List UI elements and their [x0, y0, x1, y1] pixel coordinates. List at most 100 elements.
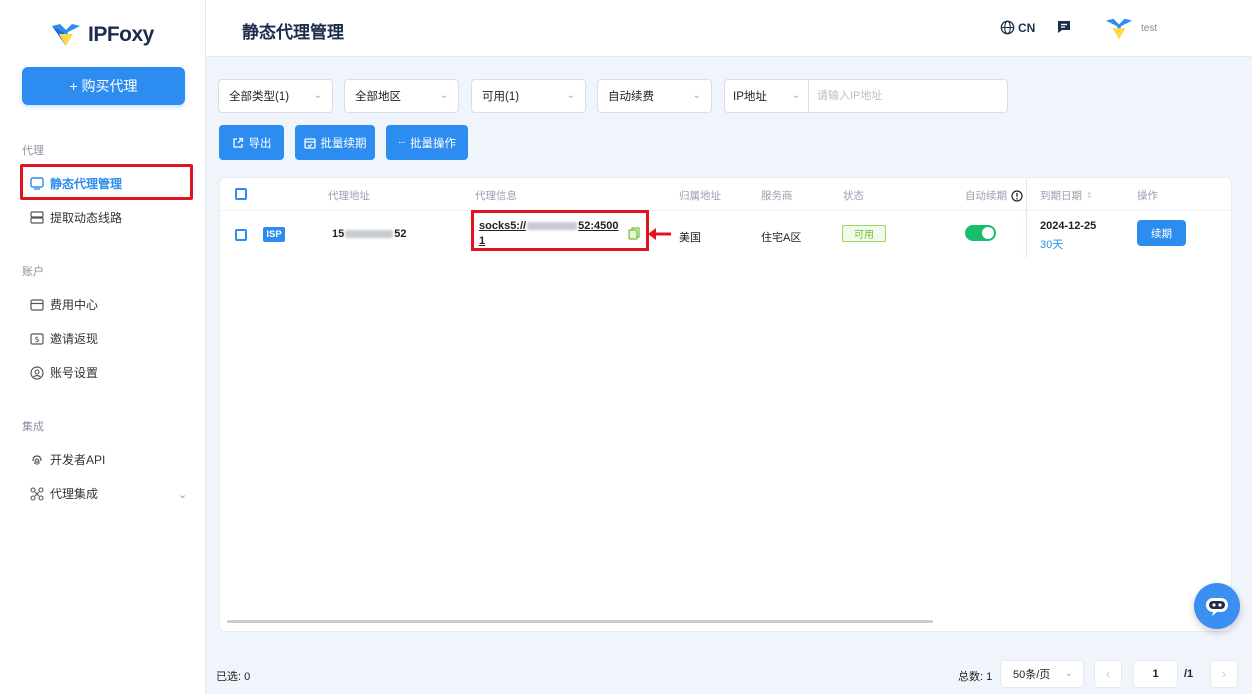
chevron-down-icon: ⌄: [1064, 668, 1073, 679]
proxy-table-panel: [219, 177, 1232, 632]
region-filter-select[interactable]: 全部地区 ⌄: [344, 79, 459, 113]
type-filter-value: 全部类型(1): [229, 91, 290, 103]
chevron-down-icon: ⌄: [791, 90, 800, 101]
ip-field-select[interactable]: IP地址 ⌄: [725, 80, 809, 112]
group-label-account: 账户: [22, 266, 44, 278]
support-chat-button[interactable]: [1194, 583, 1240, 629]
highlight-box-sidebar: [20, 164, 193, 200]
message-icon[interactable]: [1056, 19, 1072, 35]
group-label-integration: 集成: [22, 421, 44, 433]
info-icon[interactable]: [1011, 189, 1023, 202]
logo[interactable]: IPFoxy: [50, 22, 154, 48]
days-left: 30天: [1040, 239, 1064, 251]
sidebar-item-referral[interactable]: $ 邀请返现: [30, 330, 98, 347]
dollar-icon: $: [30, 332, 44, 345]
auto-renew-filter-select[interactable]: 自动续费 ⌄: [597, 79, 712, 113]
column-header-auto-renew-label: 自动续期: [965, 190, 1007, 202]
sidebar-item-billing[interactable]: 费用中心: [30, 296, 98, 313]
next-page-button[interactable]: ›: [1210, 660, 1238, 688]
column-header-expire-date[interactable]: 到期日期 ⇕: [1040, 188, 1093, 203]
card-icon: [30, 298, 44, 311]
sidebar-item-label: 费用中心: [50, 298, 99, 312]
buy-proxy-button[interactable]: + 购买代理: [22, 67, 185, 105]
globe-icon: [1000, 20, 1015, 35]
provider-cell: 住宅A区: [761, 232, 802, 244]
fingerprint-icon: [32, 454, 42, 465]
page-number-input[interactable]: 1: [1133, 660, 1178, 688]
integration-icon: [30, 486, 44, 501]
proxy-address[interactable]: 15 52: [332, 228, 407, 240]
sort-icon[interactable]: ⇕: [1086, 191, 1093, 200]
batch-renew-label: 批量续期: [320, 137, 367, 150]
type-filter-select[interactable]: 全部类型(1) ⌄: [218, 79, 333, 113]
fox-logo-icon: [52, 24, 80, 46]
chevron-down-icon: ⌄: [439, 90, 448, 101]
column-header-auto-renew: 自动续期: [965, 188, 1023, 203]
user-name[interactable]: test: [1141, 23, 1157, 34]
ip-search-input[interactable]: [809, 80, 1007, 112]
language-label: CN: [1018, 20, 1036, 35]
server-icon: [30, 211, 44, 224]
sidebar-item-proxy-integration[interactable]: 代理集成: [30, 485, 98, 502]
sidebar-item-developer-api[interactable]: 开发者API: [30, 451, 105, 468]
more-dots-icon: ···: [398, 137, 406, 148]
batch-operations-label: 批量操作: [410, 137, 456, 150]
status-filter-value: 可用(1): [482, 91, 520, 103]
sidebar-item-dynamic-lines[interactable]: 提取动态线路: [30, 209, 122, 226]
redacted-address: [345, 230, 394, 239]
page-size-select[interactable]: 50条/页 ⌄: [1000, 660, 1084, 688]
status-filter-select[interactable]: 可用(1) ⌄: [471, 79, 586, 113]
avatar[interactable]: [1104, 16, 1134, 42]
red-arrow-icon: [648, 228, 671, 240]
column-header-status: 状态: [843, 190, 864, 202]
region-filter-value: 全部地区: [355, 91, 401, 103]
header-divider: [220, 210, 1231, 211]
proxy-address-suffix: 52: [394, 228, 407, 240]
horizontal-scrollbar[interactable]: [227, 620, 933, 623]
batch-operations-button[interactable]: ··· 批量操作: [386, 125, 468, 160]
column-header-address: 代理地址: [328, 190, 370, 202]
fixed-column-divider: [1026, 178, 1027, 258]
chevron-down-icon[interactable]: ⌄: [178, 488, 187, 501]
group-label-proxy: 代理: [22, 145, 44, 157]
logo-text: IPFoxy: [88, 23, 154, 46]
sidebar: IPFoxy + 购买代理 代理 静态代理管理 提取动态线路 账户 费用中心 $…: [0, 0, 206, 694]
calendar-icon: [303, 137, 316, 149]
svg-text:$: $: [34, 335, 39, 344]
isp-badge: ISP: [263, 227, 285, 242]
auto-renew-toggle[interactable]: [965, 225, 996, 241]
column-header-provider: 服务商: [761, 190, 793, 202]
sidebar-item-label: 开发者API: [50, 453, 106, 467]
batch-renew-button[interactable]: 批量续期: [295, 125, 375, 160]
chevron-down-icon: ⌄: [566, 90, 575, 101]
row-checkbox[interactable]: [235, 229, 247, 241]
chat-bot-icon: [1206, 598, 1228, 616]
sidebar-item-label: 邀请返现: [50, 332, 99, 346]
chevron-down-icon: ⌄: [313, 90, 322, 101]
location-cell: 美国: [679, 232, 701, 244]
ip-search-group: IP地址 ⌄: [724, 79, 1008, 113]
chevron-left-icon: ‹: [1106, 667, 1110, 681]
column-header-proxy-info: 代理信息: [475, 190, 517, 202]
sidebar-item-account-settings[interactable]: 账号设置: [30, 364, 98, 381]
top-header: 静态代理管理 CN test: [206, 0, 1252, 57]
sidebar-item-label: 账号设置: [50, 366, 99, 380]
highlight-box-proxy-info: [471, 210, 649, 251]
column-header-location: 归属地址: [679, 190, 721, 202]
column-header-expire-date-label: 到期日期: [1040, 190, 1082, 202]
language-switch[interactable]: CN: [1000, 20, 1035, 35]
selected-count: 已选: 0: [216, 671, 251, 683]
renew-button[interactable]: 续期: [1137, 220, 1186, 246]
sidebar-item-label: 提取动态线路: [50, 211, 123, 225]
select-all-checkbox[interactable]: [235, 188, 247, 200]
auto-renew-filter-value: 自动续费: [608, 91, 654, 103]
export-icon: [232, 137, 243, 148]
expire-date: 2024-12-25: [1040, 220, 1097, 232]
prev-page-button[interactable]: ‹: [1094, 660, 1122, 688]
export-label: 导出: [248, 137, 272, 150]
chevron-right-icon: ›: [1222, 667, 1226, 681]
column-header-actions: 操作: [1137, 190, 1158, 202]
export-button[interactable]: 导出: [219, 125, 284, 160]
page-size-value: 50条/页: [1013, 669, 1051, 681]
status-badge: 可用: [842, 225, 886, 242]
